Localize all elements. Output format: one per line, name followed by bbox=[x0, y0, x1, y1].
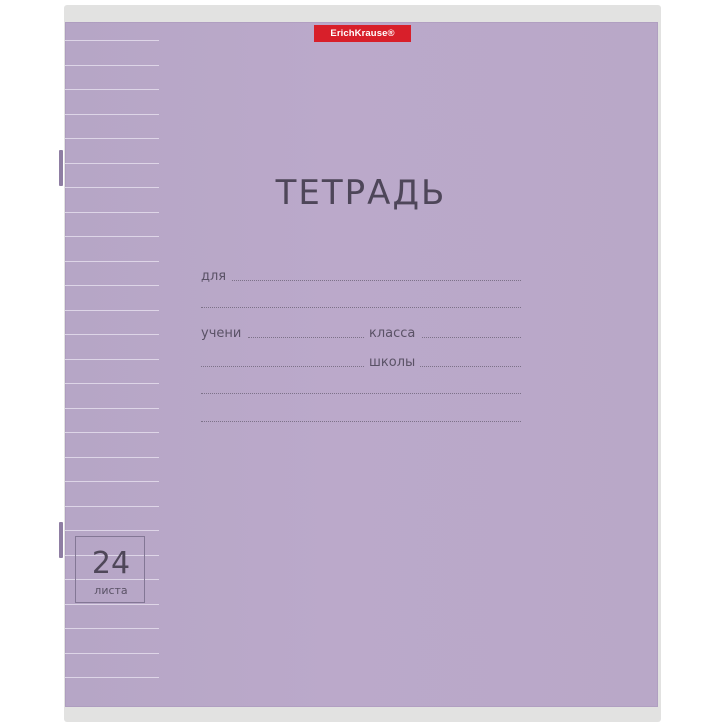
ruled-line bbox=[65, 408, 159, 409]
staple-top bbox=[59, 150, 63, 186]
sheet-count-word: листа bbox=[94, 584, 128, 597]
ruled-line bbox=[65, 261, 159, 262]
field-label-student: учени bbox=[201, 326, 242, 341]
ruled-line bbox=[65, 383, 159, 384]
field-line-student bbox=[248, 337, 364, 338]
ruled-line bbox=[65, 530, 159, 531]
staple-bottom bbox=[59, 522, 63, 558]
ruled-line bbox=[65, 89, 159, 90]
cover-title: ТЕТРАДЬ bbox=[275, 173, 447, 213]
field-line-for bbox=[232, 280, 521, 281]
brand-logo: ErichKrause® bbox=[314, 25, 411, 42]
ruled-line bbox=[65, 457, 159, 458]
ruled-line bbox=[65, 212, 159, 213]
ruled-line bbox=[65, 481, 159, 482]
ruled-line bbox=[65, 653, 159, 654]
notebook-product-image: ErichKrause® ТЕТРАДЬ для учени класса шк… bbox=[0, 0, 726, 726]
ruled-line bbox=[65, 65, 159, 66]
field-label-for: для bbox=[201, 269, 227, 284]
ruled-line bbox=[65, 677, 159, 678]
ruled-line bbox=[65, 432, 159, 433]
field-line-school bbox=[420, 366, 521, 367]
sheet-count-number: 24 bbox=[91, 546, 131, 581]
field-label-class: класса bbox=[369, 326, 416, 341]
ruled-line bbox=[65, 359, 159, 360]
ruled-line bbox=[65, 40, 159, 41]
field-line-school-pre bbox=[201, 366, 364, 367]
ruled-line bbox=[65, 163, 159, 164]
ruled-line bbox=[65, 506, 159, 507]
sheet-count-box: 24 листа bbox=[75, 536, 145, 603]
field-line-extra-1 bbox=[201, 393, 521, 394]
ruled-line bbox=[65, 138, 159, 139]
ruled-line bbox=[65, 187, 159, 188]
ruled-line bbox=[65, 310, 159, 311]
field-line-for-2 bbox=[201, 307, 521, 308]
field-line-class bbox=[422, 337, 521, 338]
ruled-line bbox=[65, 285, 159, 286]
ruled-line bbox=[65, 236, 159, 237]
ruled-line bbox=[65, 114, 159, 115]
ruled-line bbox=[65, 604, 159, 605]
ruled-line bbox=[65, 628, 159, 629]
field-line-extra-2 bbox=[201, 421, 521, 422]
field-label-school: школы bbox=[369, 355, 416, 370]
ruled-line bbox=[65, 334, 159, 335]
